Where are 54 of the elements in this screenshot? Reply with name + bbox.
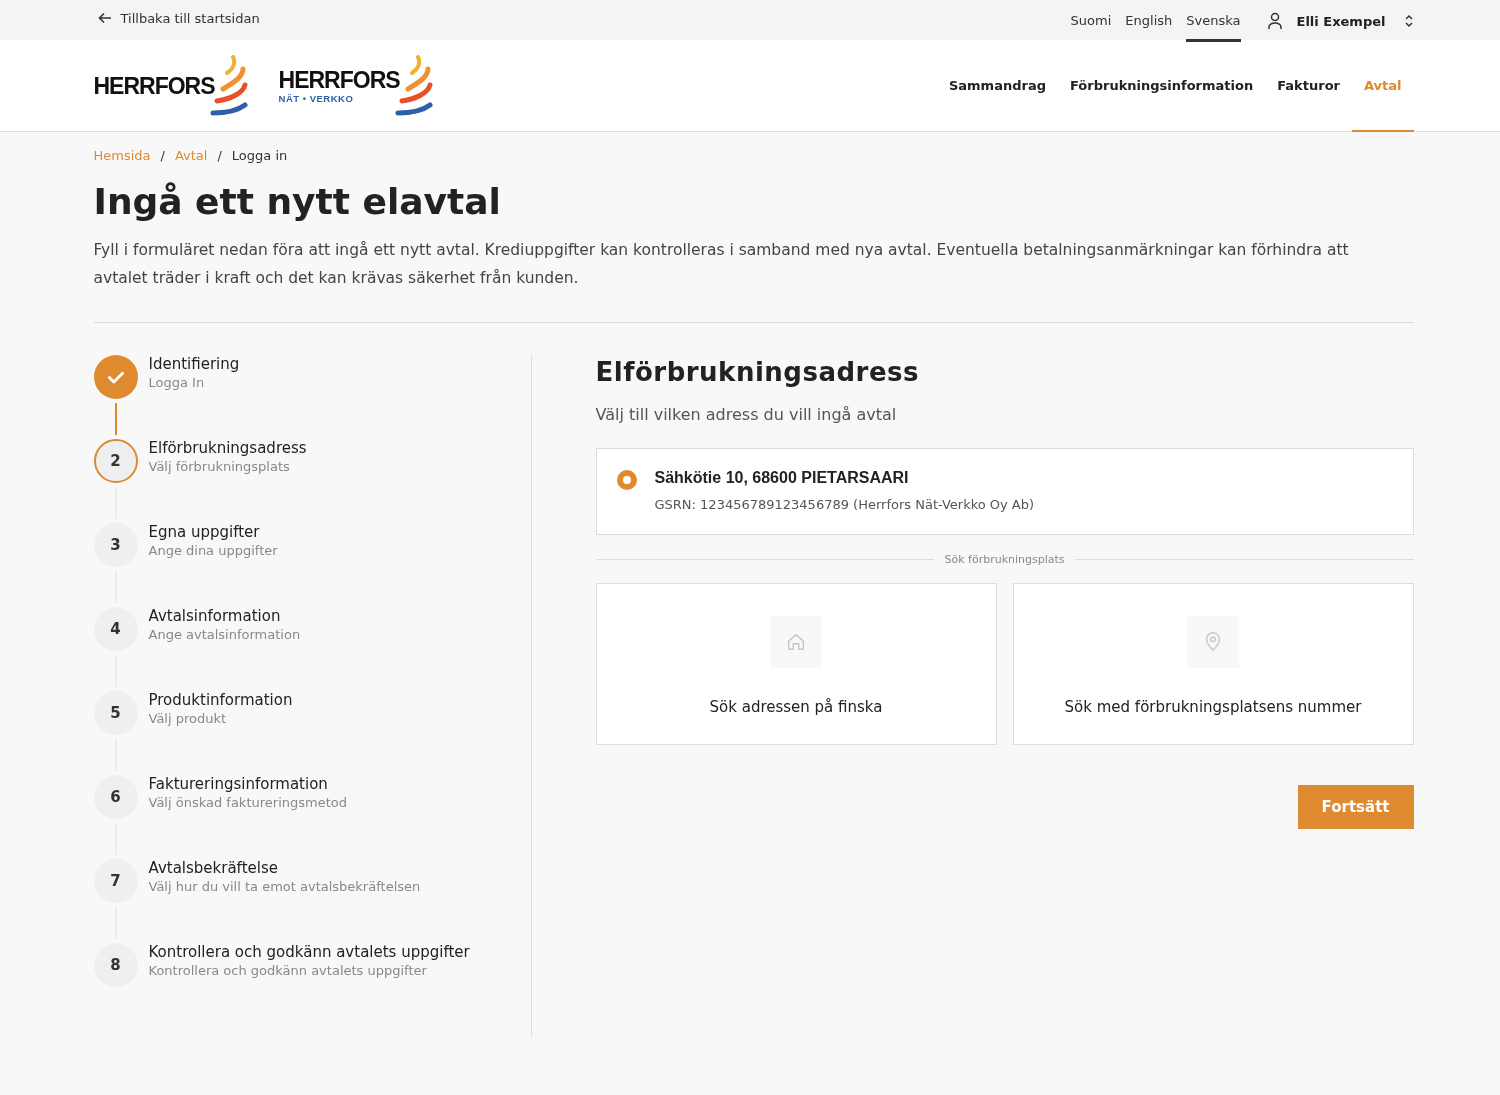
- step-title: Produktinformation: [148, 691, 293, 709]
- step-title: Avtalsbekräftelse: [148, 859, 279, 877]
- step-subtitle: Ange dina uppgifter: [148, 543, 278, 558]
- back-link[interactable]: Tillbaka till startsidan: [96, 0, 260, 36]
- step-subtitle: Logga In: [148, 375, 206, 390]
- step-subtitle: Ange avtalsinformation: [148, 627, 301, 642]
- arrow-left-icon: [96, 10, 113, 26]
- step-subtitle: Välj produkt: [148, 711, 228, 726]
- step-title: Elförbrukningsadress: [148, 439, 307, 457]
- step-number: 3: [93, 523, 138, 567]
- address-option[interactable]: Sähkötie 10, 68600 PIETARSAARI GSRN: 123456789123456789 (Herrfors Nät-Verkko Oy Ab): [595, 448, 1414, 535]
- section-subheading: Välj till vilken adress du vill ingå avtal: [595, 405, 898, 424]
- radio-button[interactable]: [616, 470, 637, 490]
- step-subtitle: Välj hur du vill ta emot avtalsbekräftelsen: [148, 879, 421, 894]
- section-heading: Elförbrukningsadress: [595, 357, 920, 387]
- logo[interactable]: HERRFORS: [93, 54, 249, 117]
- nav-tab[interactable]: Fakturor: [1265, 40, 1352, 132]
- language-link[interactable]: Suomi: [1070, 0, 1112, 42]
- intro-text: Fyll i formuläret nedan föra att ingå ett nytt avtal. Krediuppgifter kan kontrolleras i samband med nya avtal. Eventuella betalningsanmärkningar kan förhindra att avtalet träder i kraft och det kan krävas säkerhet från kunden.: [93, 240, 1350, 289]
- page-title: Ingå ett nytt elavtal: [93, 181, 502, 222]
- nav-tab[interactable]: Sammandrag: [936, 40, 1058, 132]
- breadcrumb-separator: /: [160, 148, 165, 163]
- user-icon: [1266, 12, 1283, 30]
- nav-tab[interactable]: Förbrukningsinformation: [1058, 40, 1266, 132]
- language-link[interactable]: English: [1125, 0, 1173, 42]
- logo-subtitle: NÄT • VERKKO: [278, 93, 355, 104]
- search-option-card[interactable]: Sök adressen på finska: [595, 583, 997, 745]
- logo[interactable]: HERRFORS NÄT • VERKKO: [278, 54, 434, 117]
- step-number: 2: [93, 439, 138, 483]
- step-subtitle: Kontrollera och godkänn avtalets uppgifter: [148, 963, 428, 978]
- address-detail: GSRN: 123456789123456789 (Herrfors Nät-Verkko Oy Ab): [654, 497, 1035, 512]
- logo-wordmark: HERRFORS: [278, 67, 400, 93]
- step-subtitle: Välj förbrukningsplats: [148, 459, 291, 474]
- step-title: Avtalsinformation: [148, 607, 282, 625]
- step-number: 5: [93, 691, 138, 735]
- logo-wordmark: HERRFORS: [93, 72, 215, 99]
- house-icon: [770, 616, 822, 668]
- step-title: Faktureringsinformation: [148, 775, 329, 793]
- step-title: Identifiering: [148, 355, 240, 373]
- step-number: 4: [93, 607, 138, 651]
- divider-label: Sök förbrukningsplats: [943, 553, 1066, 566]
- chevron-updown-icon[interactable]: [1403, 13, 1414, 29]
- address-text: Sähkötie 10, 68600 PIETARSAARI: [654, 469, 910, 487]
- user-name[interactable]: Elli Exempel: [1296, 13, 1386, 29]
- step-title: Egna uppgifter: [148, 523, 261, 541]
- breadcrumb-current: Logga in: [231, 148, 288, 163]
- search-option-card[interactable]: Sök med förbrukningsplatsens nummer: [1012, 583, 1414, 745]
- step-subtitle: Välj önskad faktureringsmetod: [148, 795, 347, 810]
- step-number: 7: [93, 859, 138, 903]
- step-number: 8: [93, 943, 138, 987]
- breadcrumb-separator: /: [217, 148, 222, 163]
- step-title: Kontrollera och godkänn avtalets uppgifter: [148, 943, 470, 961]
- step-number: 6: [93, 775, 138, 819]
- location-pin-icon: [1187, 616, 1239, 668]
